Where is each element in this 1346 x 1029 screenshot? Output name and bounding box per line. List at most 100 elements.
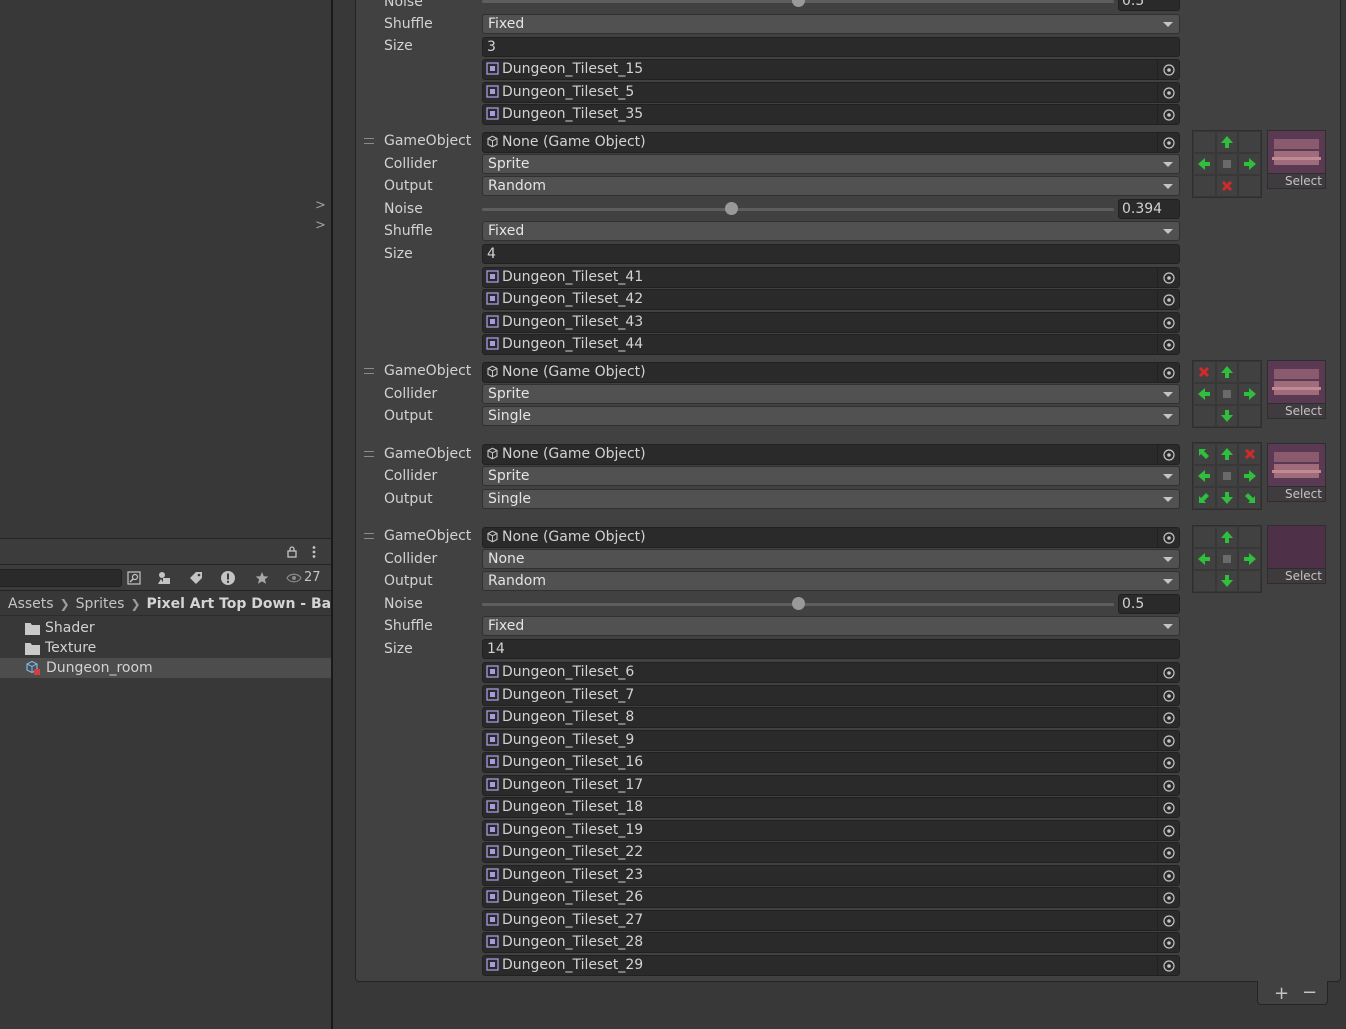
sprite-field[interactable]: Dungeon_Tileset_7 <box>482 685 1180 706</box>
sprite-field[interactable]: Dungeon_Tileset_28 <box>482 932 1180 953</box>
shuffle-dropdown[interactable]: Fixed <box>482 221 1180 241</box>
object-picker-icon[interactable] <box>1157 686 1179 705</box>
visibility-count[interactable]: 27 <box>286 570 321 585</box>
asset-item-shader[interactable]: Shader <box>0 618 331 638</box>
object-picker-icon[interactable] <box>1157 821 1179 840</box>
arrow-down-right-icon[interactable] <box>1238 487 1261 509</box>
object-picker-icon[interactable] <box>1157 133 1179 152</box>
collider-dropdown[interactable]: Sprite <box>482 466 1180 486</box>
object-picker-icon[interactable] <box>1157 313 1179 332</box>
search-input[interactable] <box>0 569 122 587</box>
object-picker-icon[interactable] <box>1157 105 1179 124</box>
object-picker-icon[interactable] <box>1157 798 1179 817</box>
object-picker-icon[interactable] <box>1157 753 1179 772</box>
arrow-left-icon[interactable] <box>1193 383 1216 405</box>
sprite-field[interactable]: Dungeon_Tileset_16 <box>482 752 1180 773</box>
output-dropdown[interactable]: Single <box>482 489 1180 509</box>
arrow-up-left-icon[interactable] <box>1193 443 1216 465</box>
filter-by-label-icon[interactable] <box>187 569 205 587</box>
select-sprite-button[interactable]: Select <box>1268 486 1325 501</box>
arrow-right-icon[interactable] <box>1238 465 1261 487</box>
object-picker-icon[interactable] <box>1157 956 1179 975</box>
output-dropdown[interactable]: Random <box>482 571 1180 591</box>
neighbor-rule-grid[interactable] <box>1192 130 1262 198</box>
object-picker-icon[interactable] <box>1157 268 1179 287</box>
arrow-up-icon[interactable] <box>1215 361 1239 383</box>
arrow-right-icon[interactable] <box>1238 548 1261 570</box>
object-picker-icon[interactable] <box>1157 528 1179 547</box>
sprite-field[interactable]: Dungeon_Tileset_6 <box>482 662 1180 683</box>
arrow-left-icon[interactable] <box>1193 465 1216 487</box>
arrow-right-icon[interactable] <box>1238 153 1261 175</box>
arrow-up-icon[interactable] <box>1215 131 1239 153</box>
arrow-down-icon[interactable] <box>1215 405 1239 427</box>
arrow-up-icon[interactable] <box>1215 526 1239 548</box>
favorites-star-icon[interactable] <box>253 569 271 587</box>
object-picker-icon[interactable] <box>1157 911 1179 930</box>
object-picker-icon[interactable] <box>1157 663 1179 682</box>
sprite-field[interactable]: Dungeon_Tileset_44 <box>482 334 1180 355</box>
noise-slider[interactable] <box>482 199 1114 219</box>
arrow-down-icon[interactable] <box>1215 487 1239 509</box>
expand-chevron-icon[interactable]: > <box>315 198 326 213</box>
asset-item-dungeon-room[interactable]: Dungeon_room <box>0 658 331 678</box>
sprite-field[interactable]: Dungeon_Tileset_5 <box>482 82 1180 103</box>
arrow-left-icon[interactable] <box>1193 153 1216 175</box>
neighbor-rule-grid[interactable] <box>1192 442 1262 510</box>
not-this-cross-icon[interactable] <box>1215 175 1239 197</box>
sprite-preview[interactable]: Select <box>1267 360 1326 419</box>
kebab-menu-icon[interactable] <box>310 545 318 559</box>
object-picker-icon[interactable] <box>1157 60 1179 79</box>
sprite-field[interactable]: Dungeon_Tileset_9 <box>482 730 1180 751</box>
shuffle-dropdown[interactable]: Fixed <box>482 616 1180 636</box>
object-picker-icon[interactable] <box>1157 843 1179 862</box>
object-picker-icon[interactable] <box>1157 290 1179 309</box>
noise-value-field[interactable]: 0.5 <box>1118 594 1180 614</box>
object-picker-icon[interactable] <box>1157 776 1179 795</box>
drag-handle-icon[interactable] <box>364 533 374 539</box>
sprite-field[interactable]: Dungeon_Tileset_19 <box>482 820 1180 841</box>
sprite-field[interactable]: Dungeon_Tileset_35 <box>482 104 1180 125</box>
collider-dropdown[interactable]: None <box>482 549 1180 569</box>
noise-slider[interactable] <box>482 594 1114 614</box>
sprite-field[interactable]: Dungeon_Tileset_42 <box>482 289 1180 310</box>
arrow-down-left-icon[interactable] <box>1193 487 1216 509</box>
arrow-up-icon[interactable] <box>1215 443 1239 465</box>
shuffle-dropdown[interactable]: Fixed <box>482 14 1180 34</box>
sprite-field[interactable]: Dungeon_Tileset_41 <box>482 267 1180 288</box>
remove-rule-button[interactable]: − <box>1302 982 1317 1003</box>
output-dropdown[interactable]: Single <box>482 406 1180 426</box>
size-field[interactable]: 4 <box>482 244 1180 264</box>
sprite-field[interactable]: Dungeon_Tileset_17 <box>482 775 1180 796</box>
drag-handle-icon[interactable] <box>364 138 374 144</box>
sprite-preview[interactable]: Select <box>1267 443 1326 502</box>
object-picker-icon[interactable] <box>1157 888 1179 907</box>
sprite-field[interactable]: Dungeon_Tileset_8 <box>482 707 1180 728</box>
arrow-down-icon[interactable] <box>1215 570 1239 592</box>
collider-dropdown[interactable]: Sprite <box>482 154 1180 174</box>
not-this-cross-icon[interactable] <box>1238 443 1261 465</box>
slider-thumb[interactable] <box>792 597 805 610</box>
sprite-field[interactable]: Dungeon_Tileset_15 <box>482 59 1180 80</box>
not-this-cross-icon[interactable] <box>1193 361 1216 383</box>
gameobject-field[interactable]: None (Game Object) <box>482 362 1180 383</box>
gameobject-field[interactable]: None (Game Object) <box>482 132 1180 153</box>
slider-thumb[interactable] <box>725 202 738 215</box>
lock-icon[interactable] <box>286 546 298 558</box>
object-picker-icon[interactable] <box>1157 933 1179 952</box>
sprite-preview[interactable]: Select <box>1267 130 1326 189</box>
size-field[interactable]: 14 <box>482 639 1180 659</box>
filter-by-type-icon[interactable] <box>155 569 173 587</box>
arrow-right-icon[interactable] <box>1238 383 1261 405</box>
drag-handle-icon[interactable] <box>364 368 374 374</box>
gameobject-field[interactable]: None (Game Object) <box>482 444 1180 465</box>
drag-handle-icon[interactable] <box>364 451 374 457</box>
object-picker-icon[interactable] <box>1157 445 1179 464</box>
object-picker-icon[interactable] <box>1157 335 1179 354</box>
expand-chevron-icon[interactable]: > <box>315 218 326 233</box>
sprite-field[interactable]: Dungeon_Tileset_18 <box>482 797 1180 818</box>
object-picker-icon[interactable] <box>1157 866 1179 885</box>
gameobject-field[interactable]: None (Game Object) <box>482 527 1180 548</box>
sprite-field[interactable]: Dungeon_Tileset_23 <box>482 865 1180 886</box>
neighbor-rule-grid[interactable] <box>1192 360 1262 428</box>
